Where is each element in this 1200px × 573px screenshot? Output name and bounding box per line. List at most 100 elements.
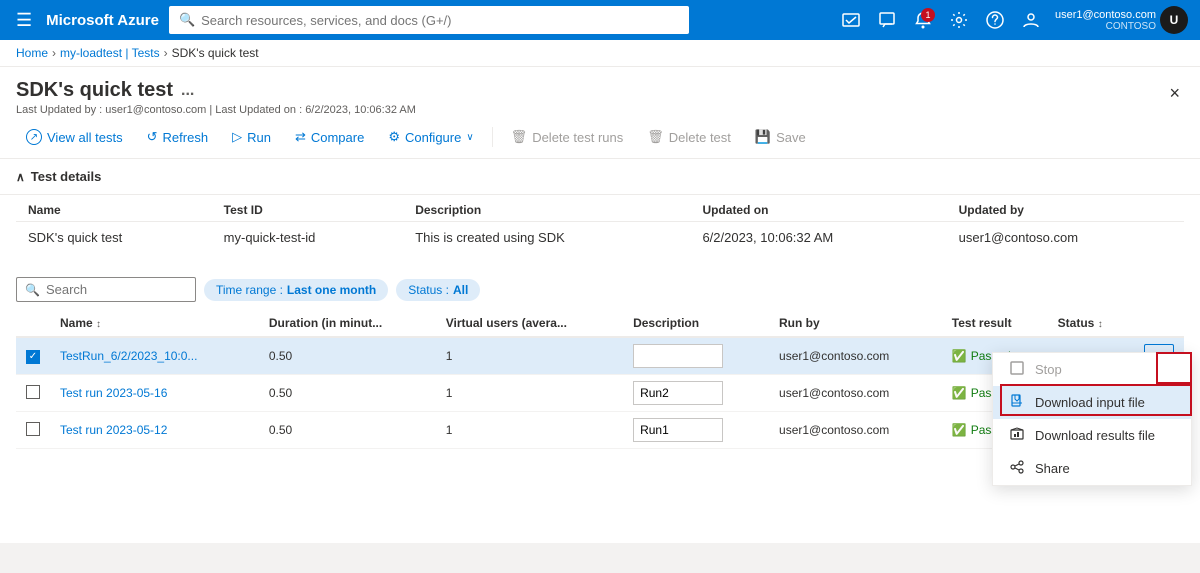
details-col-name: Name [16, 195, 212, 222]
status-label: Status : [408, 283, 449, 297]
details-row-name: SDK's quick test [16, 222, 212, 254]
row1-run-by: user1@contoso.com [769, 337, 942, 375]
configure-label: Configure [405, 130, 461, 145]
download-results-icon [1009, 427, 1025, 444]
view-all-tests-button[interactable]: ↗ View all tests [16, 124, 133, 150]
context-menu-stop[interactable]: Stop [993, 353, 1191, 386]
runs-col-virtual-users: Virtual users (avera... [436, 310, 623, 337]
global-search-input[interactable] [201, 13, 679, 28]
page-title-text: SDK's quick test [16, 79, 173, 102]
page-header: SDK's quick test ... Last Updated by : u… [0, 67, 1200, 116]
page-subtitle: Last Updated by : user1@contoso.com | La… [16, 104, 416, 116]
delete-test-button[interactable]: 🗑 Delete test [637, 124, 741, 150]
row2-duration: 0.50 [259, 375, 436, 412]
delete-test-runs-button[interactable]: 🗑 Delete test runs [501, 124, 634, 150]
row1-checkbox-cell[interactable]: ✓ [16, 337, 50, 375]
avatar[interactable]: U [1160, 6, 1188, 34]
details-row-updated-by: user1@contoso.com [947, 222, 1184, 254]
row1-name-link[interactable]: TestRun_6/2/2023_10:0... [60, 349, 197, 363]
close-button[interactable]: × [1165, 79, 1184, 108]
breadcrumb: Home › my-loadtest | Tests › SDK's quick… [0, 40, 1200, 67]
details-col-testid: Test ID [212, 195, 404, 222]
row2-checkbox[interactable] [26, 385, 40, 399]
context-menu-download-input[interactable]: Download input file [993, 386, 1191, 419]
directory-icon[interactable] [1015, 4, 1047, 36]
row3-duration: 0.50 [259, 412, 436, 449]
compare-button[interactable]: ⇄ Compare [285, 124, 374, 150]
page-title: SDK's quick test ... [16, 79, 416, 102]
notification-icon[interactable]: 1 [907, 4, 939, 36]
details-row-updated-on: 6/2/2023, 10:06:32 AM [690, 222, 946, 254]
status-sort-icon[interactable]: ↕ [1098, 319, 1103, 330]
compare-icon: ⇄ [295, 129, 306, 145]
settings-icon[interactable] [943, 4, 975, 36]
time-range-filter[interactable]: Time range : Last one month [204, 279, 388, 301]
main-content: Home › my-loadtest | Tests › SDK's quick… [0, 40, 1200, 543]
details-row-desc: This is created using SDK [403, 222, 690, 254]
user-profile[interactable]: user1@contoso.com CONTOSO U [1055, 6, 1188, 34]
download-input-label: Download input file [1035, 395, 1145, 410]
delete-runs-label: Delete test runs [532, 130, 623, 145]
runs-col-status: Status ↕ [1048, 310, 1134, 337]
toolbar-separator-1 [492, 127, 493, 147]
help-icon[interactable] [979, 4, 1011, 36]
configure-button[interactable]: ⚙ Configure ∨ [378, 124, 483, 150]
breadcrumb-home[interactable]: Home [16, 46, 48, 60]
details-row-testid: my-quick-test-id [212, 222, 404, 254]
passed-icon-3: ✅ [952, 423, 967, 437]
delete-test-label: Delete test [669, 130, 731, 145]
runs-table-wrap: Name ↕ Duration (in minut... Virtual use… [0, 310, 1200, 449]
refresh-icon: ↺ [147, 129, 158, 145]
page-title-menu-btn[interactable]: ... [181, 82, 194, 100]
test-details-section-header[interactable]: ∧ Test details [0, 159, 1200, 195]
runs-search-icon: 🔍 [25, 283, 40, 297]
brand-title: Microsoft Azure [46, 12, 159, 29]
hamburger-icon[interactable]: ☰ [12, 6, 36, 35]
section-label: Test details [31, 169, 102, 184]
run-button[interactable]: ▷ Run [222, 124, 281, 150]
row2-description [623, 375, 769, 412]
compare-label: Compare [311, 130, 364, 145]
row1-virtual-users: 1 [436, 337, 623, 375]
feedback-icon[interactable] [871, 4, 903, 36]
view-all-icon: ↗ [26, 129, 42, 145]
row1-checkbox[interactable]: ✓ [26, 350, 40, 364]
user-org: CONTOSO [1106, 21, 1156, 32]
row1-duration: 0.50 [259, 337, 436, 375]
row3-run-by: user1@contoso.com [769, 412, 942, 449]
time-range-label: Time range : [216, 283, 283, 297]
name-sort-icon[interactable]: ↕ [96, 319, 101, 330]
row2-name-link[interactable]: Test run 2023-05-16 [60, 386, 167, 400]
status-filter[interactable]: Status : All [396, 279, 480, 301]
row3-name-link[interactable]: Test run 2023-05-12 [60, 423, 167, 437]
refresh-label: Refresh [163, 130, 209, 145]
runs-search-box[interactable]: 🔍 [16, 277, 196, 302]
row3-description-input[interactable] [633, 418, 723, 442]
row1-description-input[interactable] [633, 344, 723, 368]
row3-description [623, 412, 769, 449]
delete-runs-icon: 🗑 [511, 129, 528, 145]
context-menu: Stop Download input file Download result… [992, 352, 1192, 486]
refresh-button[interactable]: ↺ Refresh [137, 124, 218, 150]
context-menu-download-results[interactable]: Download results file [993, 419, 1191, 452]
breadcrumb-sep-2: › [164, 46, 168, 60]
cloud-shell-icon[interactable] [835, 4, 867, 36]
row2-checkbox-cell[interactable] [16, 375, 50, 412]
runs-col-duration: Duration (in minut... [259, 310, 436, 337]
row1-description [623, 337, 769, 375]
details-table-row: SDK's quick test my-quick-test-id This i… [16, 222, 1184, 254]
global-search-box[interactable]: 🔍 [169, 6, 689, 34]
status-value: All [453, 283, 468, 297]
breadcrumb-loadtest[interactable]: my-loadtest | Tests [60, 46, 160, 60]
row3-checkbox-cell[interactable] [16, 412, 50, 449]
save-button[interactable]: 💾 Save [745, 124, 816, 150]
save-icon: 💾 [755, 129, 771, 145]
context-menu-share[interactable]: Share [993, 452, 1191, 485]
breadcrumb-current: SDK's quick test [172, 46, 259, 60]
details-col-desc: Description [403, 195, 690, 222]
row1-name-cell: TestRun_6/2/2023_10:0... [50, 337, 259, 375]
details-col-updated-by: Updated by [947, 195, 1184, 222]
row3-checkbox[interactable] [26, 422, 40, 436]
row2-description-input[interactable] [633, 381, 723, 405]
runs-search-input[interactable] [46, 282, 187, 297]
